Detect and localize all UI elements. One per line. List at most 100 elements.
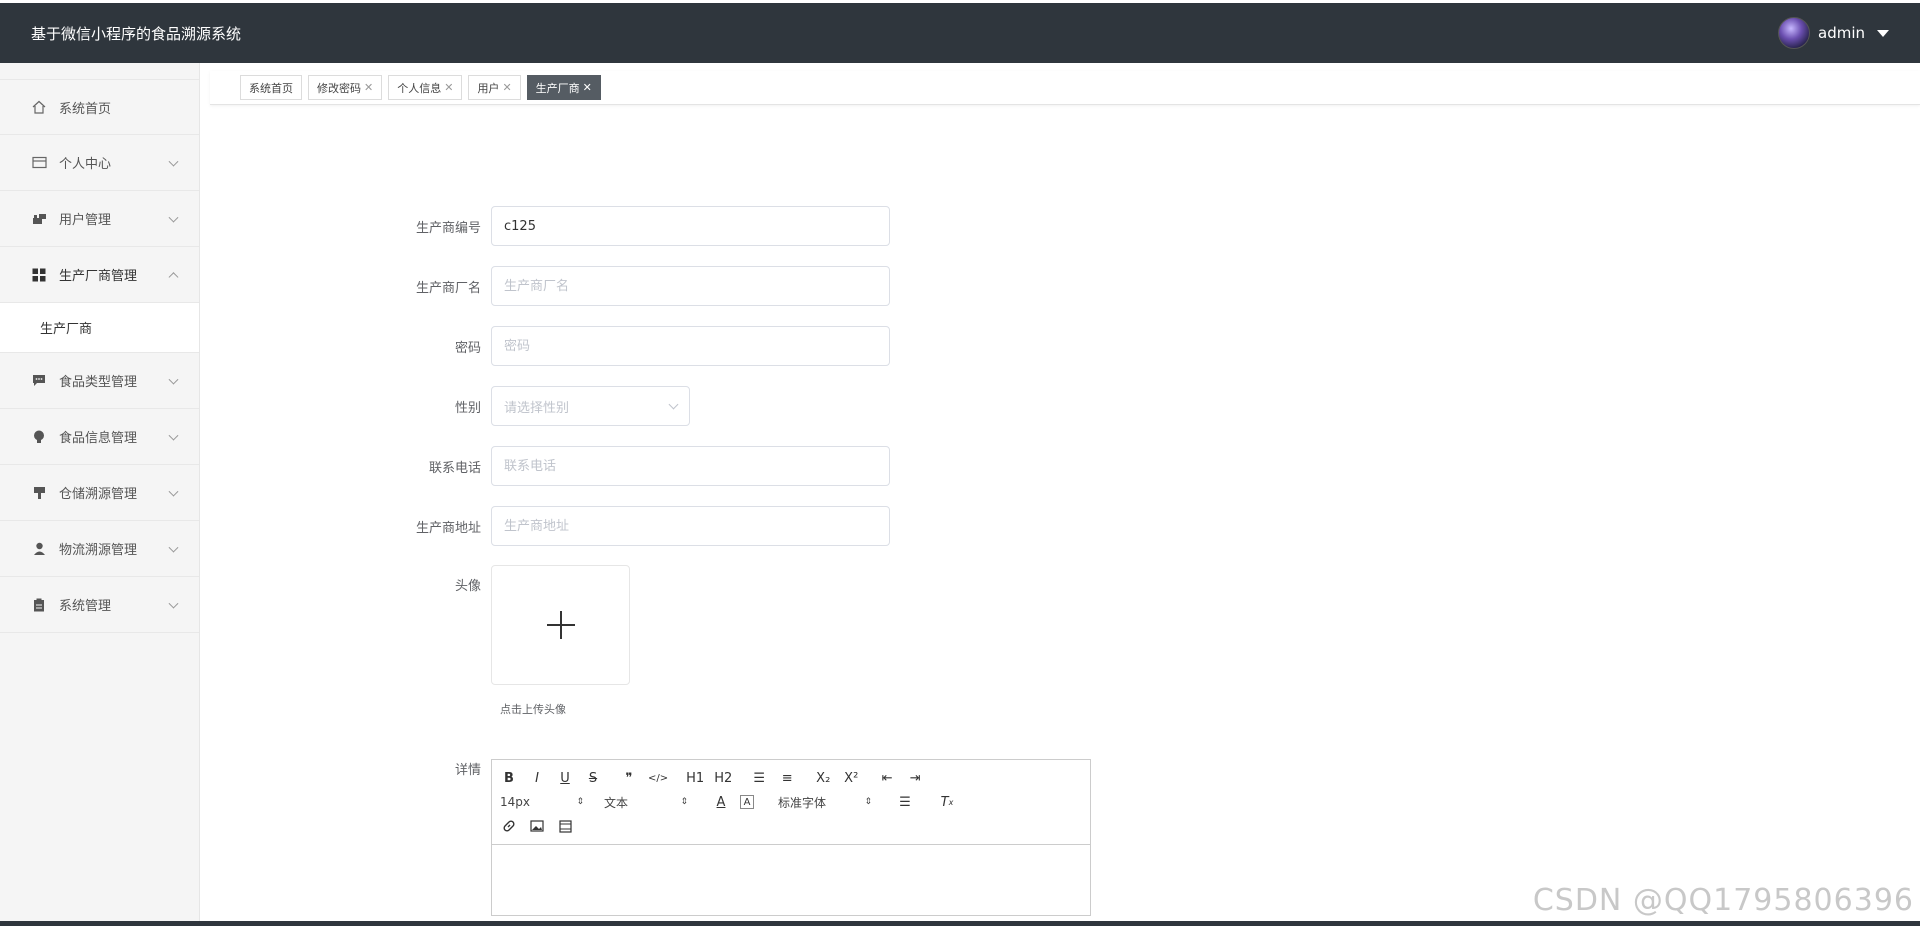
sidebar-item-label: 用户管理 [59,213,112,228]
form-row-password: 密码 [400,325,1091,367]
sidebar-item-warehouse-tracing[interactable]: 仓储溯源管理 [0,465,199,521]
avatar-upload-button[interactable] [491,565,630,685]
form-row-detail: 详情 B I U S ❞ </> H1 H2 ☰ ≡ X₂ X² ⇤ ⇥ 14p… [400,759,1091,916]
font-color-icon[interactable]: A [712,792,730,812]
code-block-button[interactable]: </> [648,768,668,788]
underline-button[interactable]: U [556,768,574,788]
clear-format-icon[interactable]: Tx [938,792,956,812]
code-input[interactable] [491,206,890,246]
tab-change-password[interactable]: 修改密码 ✕ [308,75,383,100]
sidebar-item-label: 系统首页 [59,101,112,117]
sidebar-item-label: 食品类型管理 [59,375,138,390]
tab-manufacturer[interactable]: 生产厂商 ✕ [526,75,601,100]
h1-button[interactable]: H1 [686,768,704,788]
font-size-select[interactable]: 14px ⇕ [500,795,584,809]
chevron-down-icon [168,542,179,553]
sidebar-item-label: 食品信息管理 [59,431,138,446]
gender-select[interactable]: 请选择性别 [491,386,690,426]
close-icon[interactable]: ✕ [502,81,511,94]
chevron-down-icon [168,374,179,385]
sidebar-item-system-management[interactable]: 系统管理 [0,577,199,633]
font-family-select[interactable]: 标准字体 ⇕ [778,794,872,811]
user-menu[interactable]: admin [1778,17,1889,49]
sidebar-item-logistics-tracing[interactable]: 物流溯源管理 [0,521,199,577]
tab-label: 用户 [477,81,500,95]
chevron-up-icon [168,271,179,282]
toolbar-row-2: 14px ⇕ 文本 ⇕ A A 标准字体 ⇕ ☰ Tx [500,790,1082,814]
video-icon[interactable] [556,816,574,836]
sidebar-item-label: 系统管理 [59,599,112,614]
h2-button[interactable]: H2 [714,768,732,788]
background-color-icon[interactable]: A [740,795,754,809]
ordered-list-button[interactable]: ☰ [750,768,768,788]
sidebar-item-label: 物流溯源管理 [59,543,138,558]
sidebar-item-home[interactable]: 系统首页 [0,79,199,135]
indent-button[interactable]: ⇥ [906,768,924,788]
password-input[interactable] [491,326,890,366]
stamp-icon [31,485,47,501]
sidebar: 系统首页 个人中心 用户管理 生产厂商管理 生产厂商 食品类型管理 食品信息管理… [0,63,200,926]
submenu-item-label: 生产厂商 [40,322,93,337]
sidebar-item-label: 仓储溯源管理 [59,487,138,502]
italic-button[interactable]: I [528,768,546,788]
close-icon[interactable]: ✕ [583,81,592,94]
form-row-name: 生产商厂名 [400,265,1091,307]
sidebar-item-manufacturer-management[interactable]: 生产厂商管理 [0,247,199,303]
submenu-item-manufacturer[interactable]: 生产厂商 [0,303,199,353]
caret-down-icon[interactable] [1877,29,1889,37]
detail-label: 详情 [454,763,481,778]
sidebar-item-personal-center[interactable]: 个人中心 [0,135,199,191]
tab-label: 系统首页 [249,81,293,95]
gender-placeholder: 请选择性别 [504,400,570,416]
address-input[interactable] [491,506,890,546]
header-select[interactable]: 文本 ⇕ [604,794,688,811]
bold-button[interactable]: B [500,768,518,788]
avatar-upload-hint: 点击上传头像 [500,703,566,716]
close-icon[interactable]: ✕ [364,81,373,94]
bullet-list-button[interactable]: ≡ [778,768,796,788]
phone-label: 联系电话 [428,460,481,476]
phone-input[interactable] [491,446,890,486]
align-left-icon[interactable]: ☰ [896,792,914,812]
rich-text-editor: B I U S ❞ </> H1 H2 ☰ ≡ X₂ X² ⇤ ⇥ 14px ⇕… [491,759,1091,916]
form-row-avatar: 头像 [400,565,1091,685]
sidebar-item-food-type-management[interactable]: 食品类型管理 [0,353,199,409]
user-manage-icon [31,211,47,227]
strike-button[interactable]: S [584,768,602,788]
blockquote-button[interactable]: ❞ [620,768,638,788]
close-icon[interactable]: ✕ [444,81,453,94]
up-down-icon: ⇕ [864,797,872,807]
tab-user[interactable]: 用户 ✕ [468,75,521,100]
tab-label: 生产厂商 [535,81,580,95]
superscript-button[interactable]: X² [842,768,860,788]
tab-label: 个人信息 [397,81,442,95]
header-value: 文本 [604,795,629,810]
editor-toolbar: B I U S ❞ </> H1 H2 ☰ ≡ X₂ X² ⇤ ⇥ 14px ⇕… [492,760,1090,845]
manufacturer-form: 生产商编号 生产商厂名 密码 性别 请选择性别 联系电话 生产商地址 头像 点击… [400,205,1091,916]
sidebar-item-food-info-management[interactable]: 食品信息管理 [0,409,199,465]
code-label: 生产商编号 [415,220,481,236]
sidebar-item-label: 个人中心 [59,157,112,172]
font-family-value: 标准字体 [778,795,827,810]
chat-icon [31,373,47,389]
editor-content-area[interactable] [492,845,1090,915]
toolbar-row-1: B I U S ❞ </> H1 H2 ☰ ≡ X₂ X² ⇤ ⇥ [500,766,1082,790]
link-icon[interactable] [500,816,518,836]
tab-personal-info[interactable]: 个人信息 ✕ [388,75,463,100]
avatar[interactable] [1778,17,1810,49]
subscript-button[interactable]: X₂ [814,768,832,788]
sidebar-item-user-management[interactable]: 用户管理 [0,191,199,247]
tab-home[interactable]: 系统首页 [240,75,302,100]
home-icon [31,99,47,115]
chevron-down-icon [168,156,179,167]
name-input[interactable] [491,266,890,306]
image-icon[interactable] [528,816,546,836]
tab-label: 修改密码 [317,81,361,95]
address-label: 生产商地址 [415,520,481,536]
bulb-icon [31,429,47,445]
chevron-down-icon [168,212,179,223]
password-label: 密码 [454,340,481,356]
username[interactable]: admin [1818,24,1865,42]
outdent-button[interactable]: ⇤ [878,768,896,788]
chevron-down-icon [168,598,179,609]
